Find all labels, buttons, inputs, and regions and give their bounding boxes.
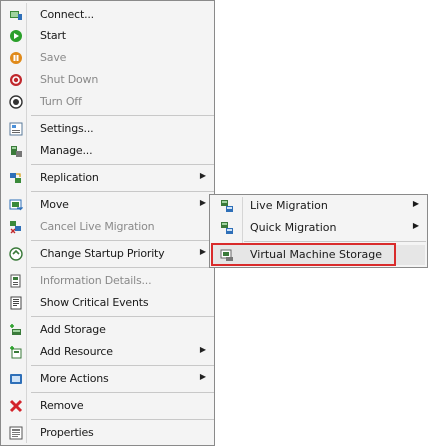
live-migration-icon bbox=[220, 199, 234, 213]
save-state-icon bbox=[9, 51, 23, 65]
menu-item-label: Save bbox=[40, 51, 67, 64]
more-actions-icon bbox=[9, 372, 23, 386]
menu-item-save[interactable]: Save bbox=[3, 48, 212, 68]
submenu-arrow-icon: ▶ bbox=[199, 171, 206, 180]
menu-separator bbox=[31, 316, 214, 317]
menu-separator bbox=[31, 240, 214, 241]
context-menu: Connect... Start Save Shut Down Turn Off… bbox=[0, 0, 215, 446]
menu-item-more-actions[interactable]: More Actions ▶ bbox=[3, 369, 212, 389]
submenu-arrow-icon: ▶ bbox=[412, 199, 419, 208]
add-storage-icon bbox=[9, 323, 23, 337]
highlight-annotation-box bbox=[211, 243, 396, 266]
submenu-arrow-icon: ▶ bbox=[199, 345, 206, 354]
submenu-arrow-icon: ▶ bbox=[199, 247, 206, 256]
menu-item-information-details[interactable]: Information Details... bbox=[3, 271, 212, 291]
submenu-arrow-icon: ▶ bbox=[199, 198, 206, 207]
menu-item-properties[interactable]: Properties bbox=[3, 423, 212, 443]
startup-priority-icon bbox=[9, 247, 23, 261]
connect-icon bbox=[9, 8, 23, 22]
submenu-item-label: Quick Migration bbox=[250, 221, 337, 234]
submenu-item-label: Live Migration bbox=[250, 199, 328, 212]
menu-separator bbox=[31, 419, 214, 420]
properties-icon bbox=[9, 426, 23, 440]
menu-separator bbox=[31, 164, 214, 165]
submenu-separator bbox=[244, 241, 426, 242]
menu-separator bbox=[31, 267, 214, 268]
submenu-item-quick-migration[interactable]: Quick Migration ▶ bbox=[212, 218, 425, 238]
menu-item-change-startup-priority[interactable]: Change Startup Priority ▶ bbox=[3, 244, 212, 264]
start-icon bbox=[9, 29, 23, 43]
menu-item-label: More Actions bbox=[40, 372, 109, 385]
menu-item-add-storage[interactable]: Add Storage bbox=[3, 320, 212, 340]
menu-item-label: Cancel Live Migration bbox=[40, 220, 155, 233]
menu-item-move[interactable]: Move ▶ bbox=[3, 195, 212, 215]
menu-item-label: Settings... bbox=[40, 122, 94, 135]
information-details-icon bbox=[9, 274, 23, 288]
menu-item-label: Connect... bbox=[40, 8, 94, 21]
menu-separator bbox=[31, 365, 214, 366]
menu-item-label: Show Critical Events bbox=[40, 296, 149, 309]
menu-item-shut-down[interactable]: Shut Down bbox=[3, 70, 212, 90]
remove-icon bbox=[9, 399, 23, 413]
menu-item-label: Manage... bbox=[40, 144, 93, 157]
critical-events-icon bbox=[9, 296, 23, 310]
menu-item-show-critical-events[interactable]: Show Critical Events bbox=[3, 293, 212, 313]
submenu-item-live-migration[interactable]: Live Migration ▶ bbox=[212, 196, 425, 216]
menu-separator bbox=[31, 115, 214, 116]
menu-item-label: Move bbox=[40, 198, 69, 211]
menu-separator bbox=[31, 392, 214, 393]
menu-item-turn-off[interactable]: Turn Off bbox=[3, 92, 212, 112]
menu-item-label: Replication bbox=[40, 171, 99, 184]
settings-icon bbox=[9, 122, 23, 136]
menu-separator bbox=[31, 191, 214, 192]
menu-item-add-resource[interactable]: Add Resource ▶ bbox=[3, 342, 212, 362]
submenu-arrow-icon: ▶ bbox=[412, 221, 419, 230]
menu-item-remove[interactable]: Remove bbox=[3, 396, 212, 416]
menu-item-label: Change Startup Priority bbox=[40, 247, 165, 260]
menu-item-label: Add Storage bbox=[40, 323, 106, 336]
menu-item-manage[interactable]: Manage... bbox=[3, 141, 212, 161]
turn-off-icon bbox=[9, 95, 23, 109]
replication-icon bbox=[9, 171, 23, 185]
menu-item-label: Remove bbox=[40, 399, 84, 412]
menu-item-settings[interactable]: Settings... bbox=[3, 119, 212, 139]
quick-migration-icon bbox=[220, 221, 234, 235]
menu-item-label: Turn Off bbox=[40, 95, 82, 108]
menu-item-label: Start bbox=[40, 29, 66, 42]
menu-item-label: Properties bbox=[40, 426, 94, 439]
menu-item-cancel-live-migration[interactable]: Cancel Live Migration bbox=[3, 217, 212, 237]
menu-item-replication[interactable]: Replication ▶ bbox=[3, 168, 212, 188]
submenu-arrow-icon: ▶ bbox=[199, 372, 206, 381]
cancel-live-migration-icon bbox=[9, 220, 23, 234]
menu-item-connect[interactable]: Connect... bbox=[3, 5, 212, 25]
menu-item-label: Add Resource bbox=[40, 345, 113, 358]
move-icon bbox=[9, 198, 23, 212]
menu-item-label: Information Details... bbox=[40, 274, 152, 287]
manage-icon bbox=[9, 144, 23, 158]
menu-item-start[interactable]: Start bbox=[3, 26, 212, 46]
menu-item-label: Shut Down bbox=[40, 73, 99, 86]
add-resource-icon bbox=[9, 345, 23, 359]
shut-down-icon bbox=[9, 73, 23, 87]
